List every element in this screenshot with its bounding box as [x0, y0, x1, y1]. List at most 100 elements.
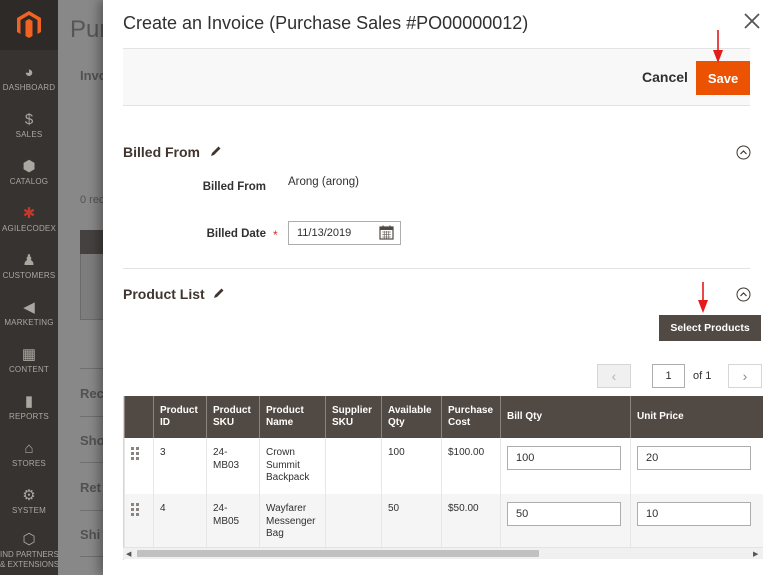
column-header-supplier-sku[interactable]: Supplier SKU	[325, 396, 382, 438]
save-button[interactable]: Save	[696, 61, 750, 95]
nav-label: SALES	[15, 130, 43, 139]
nav-item-stores[interactable]: ⌂ STORES	[0, 439, 58, 485]
horizontal-scrollbar[interactable]: ◀ ▶	[123, 547, 763, 559]
chevron-left-icon: ‹	[611, 368, 617, 384]
nav-item-sales[interactable]: $ SALES	[0, 110, 58, 156]
nav-item-marketing[interactable]: ◀ MARKETING	[0, 298, 58, 344]
annotation-arrow-icon	[698, 282, 708, 313]
nav-item-reports[interactable]: ▮ REPORTS	[0, 392, 58, 438]
nav-label: MARKETING	[4, 318, 54, 327]
cell-bill-qty	[500, 438, 631, 494]
cell-available-qty: 50	[381, 494, 442, 550]
nav-label-extensions-line2: & EXTENSIONS	[0, 560, 60, 569]
dollar-icon: $	[24, 111, 34, 128]
select-products-button[interactable]: Select Products	[659, 315, 761, 341]
nav-label: AGILECODEX	[1, 224, 56, 233]
gear-icon: ⚙	[22, 487, 36, 504]
megaphone-icon: ◀	[23, 299, 35, 316]
nav-item-system[interactable]: ⚙ SYSTEM	[0, 486, 58, 532]
extensions-icon: ⬡	[22, 531, 36, 548]
drag-handle-icon[interactable]	[131, 447, 139, 461]
billed-from-value: Arong (arong)	[288, 176, 359, 188]
annotation-arrow-icon	[713, 30, 723, 63]
nav-label-extensions-line1: IND PARTNERS	[0, 550, 59, 559]
cell-purchase-cost: $50.00	[441, 494, 501, 550]
drag-handle-icon[interactable]	[131, 503, 139, 517]
nav-item-dashboard[interactable]: ◕ DASHBOARD	[0, 63, 58, 109]
product-grid: Product ID Product SKU Product Name Supp…	[123, 396, 763, 560]
column-header-purchase-cost[interactable]: Purchase Cost	[441, 396, 501, 438]
grid-header-row: Product ID Product SKU Product Name Supp…	[124, 396, 763, 438]
column-header-unit-price[interactable]: Unit Price	[630, 396, 763, 438]
cell-unit-price	[630, 494, 763, 550]
scrollbar-thumb[interactable]	[137, 550, 539, 557]
collapse-section-icon[interactable]	[736, 145, 751, 160]
nav-item-catalog[interactable]: ⬢ CATALOG	[0, 157, 58, 203]
modal-title: Create an Invoice (Purchase Sales #PO000…	[123, 13, 529, 33]
scroll-left-icon[interactable]: ◀	[126, 550, 131, 558]
pager-total-label: of 1	[693, 370, 712, 382]
close-icon	[744, 13, 760, 29]
billed-date-label: Billed Date	[206, 228, 266, 240]
pencil-icon[interactable]	[213, 287, 225, 299]
background-records-count: 0 rec	[80, 194, 105, 206]
cell-product-name: Crown Summit Backpack	[259, 438, 326, 494]
nav-item-content[interactable]: ▦ CONTENT	[0, 345, 58, 391]
modal-action-bar: Cancel Save	[123, 48, 750, 106]
person-icon: ♟	[22, 252, 36, 269]
cell-product-name: Wayfarer Messenger Bag	[259, 494, 326, 550]
background-item-4: Shi	[80, 527, 101, 542]
background-item-2: Sho	[80, 433, 105, 448]
cell-purchase-cost: $100.00	[441, 438, 501, 494]
dashboard-icon: ◕	[24, 64, 34, 81]
bill-qty-input[interactable]	[507, 502, 621, 526]
pager-previous-button[interactable]: ‹	[597, 364, 631, 388]
magento-logo-icon	[17, 11, 41, 38]
unit-price-input[interactable]	[637, 502, 751, 526]
column-header-product-id[interactable]: Product ID	[153, 396, 207, 438]
unit-price-input[interactable]	[637, 446, 751, 470]
background-page-title: Pur	[70, 16, 108, 43]
cell-product-sku: 24-MB03	[206, 438, 260, 494]
create-invoice-modal: Create an Invoice (Purchase Sales #PO000…	[103, 0, 765, 575]
nav-item-customers[interactable]: ♟ CUSTOMERS	[0, 251, 58, 297]
collapse-section-icon[interactable]	[736, 287, 751, 302]
bar-chart-icon: ▮	[24, 393, 34, 410]
drag-cell[interactable]	[124, 438, 154, 494]
agilecodex-icon: ✱	[22, 205, 36, 222]
cell-product-id: 4	[153, 494, 207, 550]
drag-cell[interactable]	[124, 494, 154, 550]
nav-label: REPORTS	[9, 412, 49, 421]
bill-qty-input[interactable]	[507, 446, 621, 470]
column-header-product-sku[interactable]: Product SKU	[206, 396, 260, 438]
cell-product-sku: 24-MB05	[206, 494, 260, 550]
cell-supplier-sku	[325, 438, 382, 494]
cell-supplier-sku	[325, 494, 382, 550]
store-icon: ⌂	[24, 440, 34, 457]
page-number-input[interactable]	[652, 364, 685, 388]
cell-bill-qty	[500, 494, 631, 550]
column-header-drag	[124, 396, 154, 438]
pager-next-button[interactable]: ›	[728, 364, 762, 388]
nav-label: CUSTOMERS	[2, 271, 56, 280]
cube-icon: ⬢	[22, 158, 36, 175]
close-button[interactable]	[743, 12, 761, 30]
table-row: 4 24-MB05 Wayfarer Messenger Bag 50 $50.…	[124, 494, 763, 550]
column-header-product-name[interactable]: Product Name	[259, 396, 326, 438]
section-divider	[123, 268, 750, 269]
billed-from-label: Billed From	[202, 181, 266, 193]
magento-logo[interactable]	[0, 0, 58, 50]
cancel-button[interactable]: Cancel	[642, 69, 688, 85]
scroll-right-icon[interactable]: ▶	[753, 550, 758, 558]
required-indicator: *	[273, 228, 278, 242]
column-header-available-qty[interactable]: Available Qty	[381, 396, 442, 438]
pencil-icon[interactable]	[210, 145, 222, 157]
admin-sidebar: ⬡ IND PARTNERS & EXTENSIONS ◕ DASHBOARD $ S…	[0, 0, 60, 575]
nav-item-agilecodex[interactable]: ✱ AGILECODEX	[0, 204, 58, 250]
calendar-icon[interactable]	[379, 225, 394, 240]
nav-label: DASHBOARD	[2, 83, 56, 92]
column-header-bill-qty[interactable]: Bill Qty	[500, 396, 631, 438]
nav-label: CONTENT	[8, 365, 50, 374]
nav-label: STORES	[12, 459, 46, 468]
nav-item-extensions[interactable]: ⬡ IND PARTNERS & EXTENSIONS	[0, 530, 60, 575]
